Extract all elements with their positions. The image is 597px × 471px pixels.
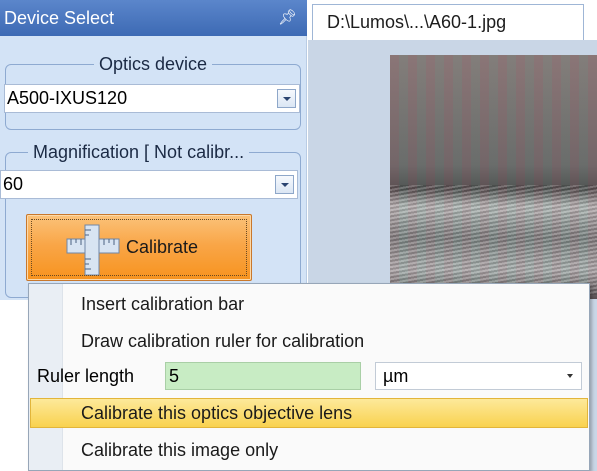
magnification-combo[interactable]: 60 xyxy=(0,170,298,199)
tab-image-document[interactable]: D:\Lumos\...\A60-1.jpg xyxy=(312,4,584,40)
calibrate-label: Calibrate xyxy=(126,237,199,257)
menu-item-draw-calibration-ruler[interactable]: Draw calibration ruler for calibration xyxy=(30,326,588,356)
menu-item-label: Calibrate this optics objective lens xyxy=(81,403,353,423)
magnification-dropdown-button[interactable] xyxy=(275,175,294,194)
ruler-icon xyxy=(66,224,120,276)
chevron-down-icon xyxy=(567,374,573,378)
menu-item-label: Insert calibration bar xyxy=(81,294,245,314)
optics-device-value: A500-IXUS120 xyxy=(7,88,128,108)
menu-item-calibrate-image-only[interactable]: Calibrate this image only xyxy=(30,435,588,465)
menu-item-label: Draw calibration ruler for calibration xyxy=(81,331,365,351)
unit-select[interactable]: µm xyxy=(375,362,582,390)
ruler-length-row: Ruler length 5 µm xyxy=(30,359,588,393)
ruler-length-input[interactable]: 5 xyxy=(165,362,361,390)
optics-device-combo[interactable]: A500-IXUS120 xyxy=(4,84,300,113)
chevron-down-icon xyxy=(282,96,291,101)
pin-icon[interactable]: 📌︎ xyxy=(278,0,297,36)
ruler-length-label: Ruler length xyxy=(37,366,135,386)
optics-device-legend: Optics device xyxy=(93,54,213,74)
chevron-down-icon xyxy=(280,182,289,187)
magnification-value: 60 xyxy=(3,174,24,194)
unit-value: µm xyxy=(383,366,409,386)
panel-header: Device Select 📌︎ xyxy=(0,0,307,36)
tab-title: D:\Lumos\...\A60-1.jpg xyxy=(327,12,507,32)
menu-item-label: Calibrate this image only xyxy=(81,440,279,460)
magnification-legend: Magnification [ Not calibr... xyxy=(28,142,250,162)
menu-item-calibrate-objective-lens[interactable]: Calibrate this optics objective lens xyxy=(30,398,588,428)
calibrate-menu: Insert calibration bar Draw calibration … xyxy=(28,283,590,471)
device-select-panel: Device Select 📌︎ Optics device A500-IXUS… xyxy=(0,0,307,300)
calibrate-button[interactable]: Calibrate xyxy=(26,214,252,281)
menu-item-insert-calibration-bar[interactable]: Insert calibration bar xyxy=(30,289,588,319)
panel-title: Device Select xyxy=(4,8,115,28)
specimen-image xyxy=(390,55,597,299)
optics-device-dropdown-button[interactable] xyxy=(277,89,296,108)
